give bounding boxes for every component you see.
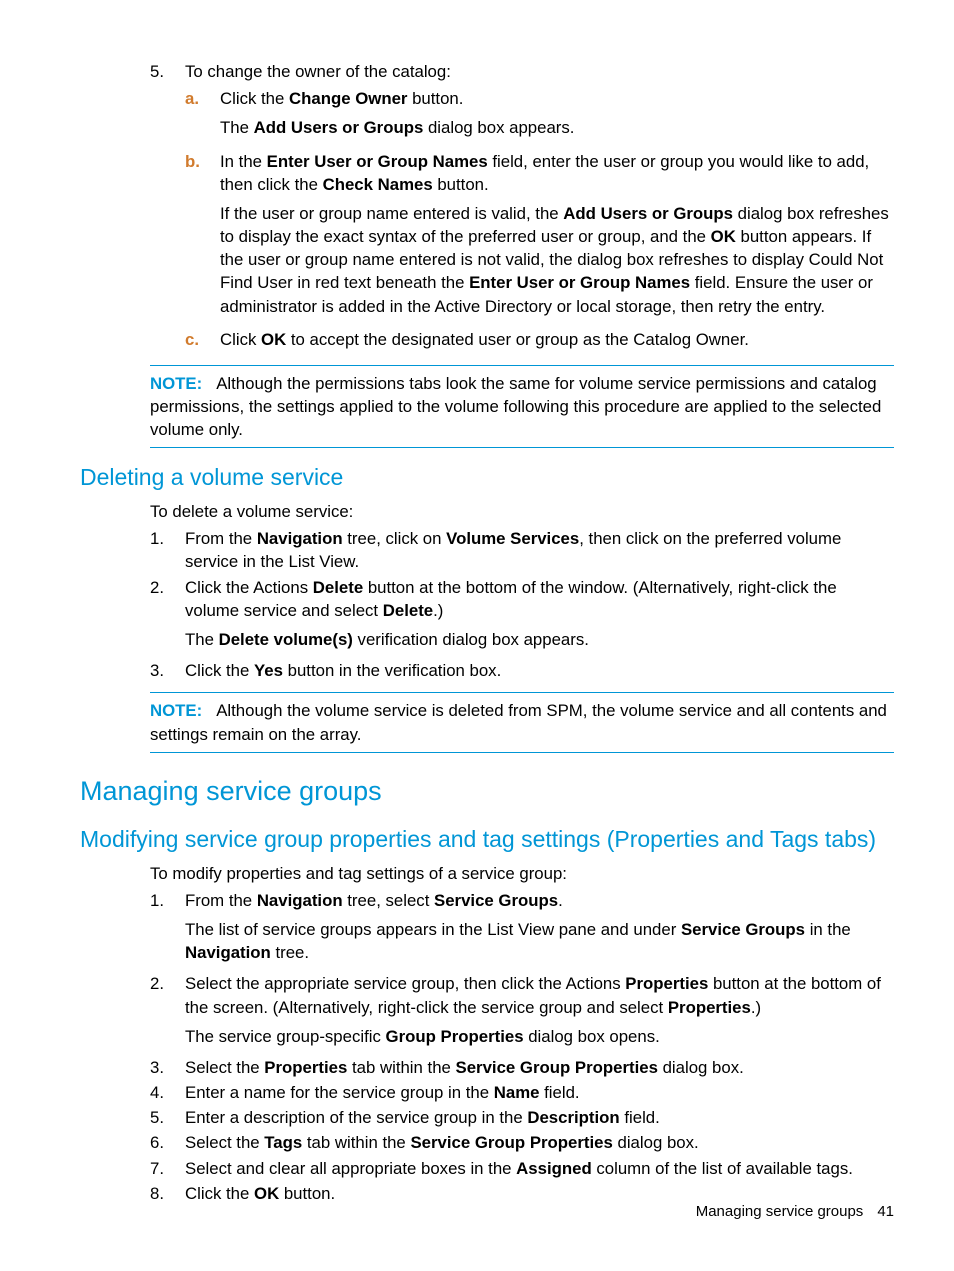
substep-marker: b. [185,150,220,324]
step-text: Click the Actions Delete button at the b… [185,576,894,622]
step-list: 1. From the Navigation tree, click on Vo… [150,527,894,682]
step-text: Select the Properties tab within the Ser… [185,1056,894,1079]
step-number: 3. [150,1056,185,1079]
step-list: 1. From the Navigation tree, select Serv… [150,889,894,1205]
page-number: 41 [877,1203,894,1220]
heading-deleting-volume-service: Deleting a volume service [80,462,894,494]
substep-line: In the Enter User or Group Names field, … [220,150,894,196]
step-1: 1. From the Navigation tree, click on Vo… [150,527,894,573]
substep-b: b. In the Enter User or Group Names fiel… [185,150,894,324]
step-number: 4. [150,1081,185,1104]
step-text: From the Navigation tree, select Service… [185,889,894,912]
heading-managing-service-groups: Managing service groups [80,773,894,810]
heading-modifying-service-group: Modifying service group properties and t… [80,824,894,856]
substep-marker: c. [185,328,220,351]
substep-line: Click OK to accept the designated user o… [220,328,894,351]
step-4: 4. Enter a name for the service group in… [150,1081,894,1104]
step-1: 1. From the Navigation tree, select Serv… [150,889,894,971]
step-number: 1. [150,527,185,573]
step-number: 2. [150,576,185,658]
substep-line: Click the Change Owner button. [220,87,894,110]
step-number: 8. [150,1182,185,1205]
note-text: Although the permissions tabs look the s… [150,374,881,439]
substep-line: The Add Users or Groups dialog box appea… [220,116,894,139]
note-label: NOTE: [150,701,202,720]
step-text: The service group-specific Group Propert… [185,1025,894,1048]
substep-list: a. Click the Change Owner button. The Ad… [185,87,894,351]
intro-text: To delete a volume service: [150,500,894,523]
step-2: 2. Select the appropriate service group,… [150,972,894,1054]
step-3: 3. Click the Yes button in the verificat… [150,659,894,682]
step-text: Select the Tags tab within the Service G… [185,1131,894,1154]
step-2: 2. Click the Actions Delete button at th… [150,576,894,658]
step-number: 7. [150,1157,185,1180]
step-number: 3. [150,659,185,682]
step-text: From the Navigation tree, click on Volum… [185,527,894,573]
step-number: 5. [150,1106,185,1129]
step-text: Enter a description of the service group… [185,1106,894,1129]
step-number: 1. [150,889,185,971]
step-text: Select the appropriate service group, th… [185,972,894,1018]
note-text: Although the volume service is deleted f… [150,701,887,743]
step-number: 2. [150,972,185,1054]
step-text: The list of service groups appears in th… [185,918,894,964]
step-text: Click the Yes button in the verification… [185,659,894,682]
step-6: 6. Select the Tags tab within the Servic… [150,1131,894,1154]
step-number: 6. [150,1131,185,1154]
step-list: 5. To change the owner of the catalog: a… [150,60,894,355]
step-5: 5. To change the owner of the catalog: a… [150,60,894,355]
footer-text: Managing service groups [696,1203,864,1220]
substep-marker: a. [185,87,220,145]
step-text: Enter a name for the service group in th… [185,1081,894,1104]
step-text: To change the owner of the catalog: [185,62,451,81]
substep-c: c. Click OK to accept the designated use… [185,328,894,351]
note-box: NOTE: Although the permissions tabs look… [150,365,894,449]
page-footer: Managing service groups 41 [696,1202,894,1223]
step-number: 5. [150,60,185,355]
step-3: 3. Select the Properties tab within the … [150,1056,894,1079]
note-box: NOTE: Although the volume service is del… [150,692,894,752]
step-text: The Delete volume(s) verification dialog… [185,628,894,651]
step-5: 5. Enter a description of the service gr… [150,1106,894,1129]
substep-a: a. Click the Change Owner button. The Ad… [185,87,894,145]
substep-line: If the user or group name entered is val… [220,202,894,318]
step-text: Select and clear all appropriate boxes i… [185,1157,894,1180]
document-page: 5. To change the owner of the catalog: a… [0,0,954,1205]
intro-text: To modify properties and tag settings of… [150,862,894,885]
step-7: 7. Select and clear all appropriate boxe… [150,1157,894,1180]
note-label: NOTE: [150,374,202,393]
